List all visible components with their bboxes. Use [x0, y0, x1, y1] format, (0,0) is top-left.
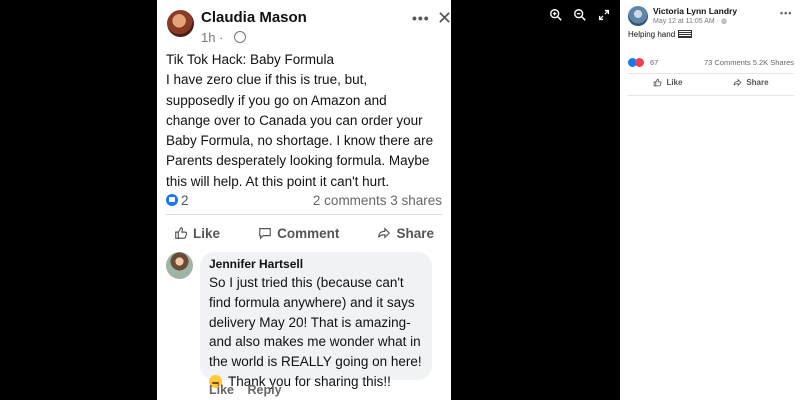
comment-bubble: Jennifer Hartsell So I just tried this (… [200, 252, 432, 389]
comment-text-line: the world is REALLY going on here! [209, 354, 422, 370]
comment-icon [259, 228, 271, 240]
comment-text: So I just tried this (because can't find… [209, 273, 423, 392]
share-button[interactable]: Share [733, 78, 769, 87]
comments-count: 2 comments [312, 193, 387, 208]
helping-hand-emoji-icon [678, 30, 693, 38]
like-button: Like [166, 223, 228, 243]
post-text-line: Tik Tok Hack: Baby Formula [166, 52, 335, 67]
more-options-icon: ••• [412, 10, 430, 26]
comment-share-counts: 2 comments 3 shares [313, 193, 442, 208]
comment-text-line: delivery May 20! That is amazing- [209, 314, 411, 330]
photo-viewer: Claudia Mason 1h · ••• ✕ Tik Tok Hack: B… [0, 0, 620, 400]
comment-button: Comment [250, 223, 347, 243]
avatar[interactable] [628, 6, 648, 26]
shares-count[interactable]: 5.2K Shares [753, 58, 794, 67]
comments-count[interactable]: 73 Comments [704, 58, 751, 67]
like-label: Like [666, 78, 683, 87]
comment-author-name: Jennifer Hartsell [209, 257, 304, 271]
avatar [167, 10, 194, 37]
thumbs-up-icon [175, 227, 188, 239]
reaction-icons[interactable] [628, 58, 644, 69]
comment-like-link: Like [209, 383, 235, 397]
post-side-panel: Victoria Lynn Landry May 12 at 11:05 AM … [620, 0, 800, 400]
comment-reply-link: Reply [247, 383, 282, 397]
globe-icon: ◍ [720, 18, 728, 25]
love-reaction-icon [635, 58, 644, 67]
post-text: Tik Tok Hack: Baby Formula I have zero c… [166, 50, 451, 192]
divider [628, 73, 794, 74]
post-screenshot-image: Claudia Mason 1h · ••• ✕ Tik Tok Hack: B… [157, 0, 451, 400]
fullscreen-icon[interactable] [596, 8, 612, 24]
comment-label: Comment [277, 225, 340, 241]
divider [166, 214, 442, 215]
share-button: Share [369, 223, 442, 243]
post-timestamp[interactable]: May 12 at 11:05 AM · ◍ [653, 17, 727, 25]
share-icon [378, 227, 391, 239]
comment-actions: Like Reply [209, 383, 292, 397]
post-text-line: this will help. At this point it can't h… [166, 173, 390, 189]
zoom-in-icon[interactable] [548, 8, 564, 24]
share-label: Share [746, 78, 769, 87]
post-author-name[interactable]: Victoria Lynn Landry [653, 6, 737, 16]
more-options-button[interactable]: ••• [780, 8, 792, 18]
post-text-line: Baby Formula, no shortage. I know there … [166, 133, 434, 149]
reaction-count: 2 [181, 193, 189, 208]
divider [628, 95, 794, 96]
post-action-bar: Like Comment Share [166, 223, 442, 243]
comment-text-line: and also makes me wonder what in [209, 334, 421, 350]
avatar [166, 252, 193, 279]
post-date[interactable]: May 12 at 11:05 AM · [653, 18, 719, 25]
post-stats: 67 73 Comments 5.2K Shares [628, 58, 794, 69]
comment-text-line: So I just tried this (because can't [209, 275, 404, 290]
close-icon: ✕ [437, 8, 451, 28]
post-text-line: Parents desperately looking formula. May… [166, 153, 430, 169]
post-text-line: supposedly if you go on Amazon and [166, 92, 387, 108]
post-timestamp: 1h · [201, 30, 224, 45]
shares-count: 3 shares [390, 193, 442, 208]
share-icon [734, 78, 742, 87]
zoom-out-icon[interactable] [572, 8, 588, 24]
reaction-count[interactable]: 67 [650, 58, 658, 67]
thumbs-up-icon [654, 78, 662, 87]
post-caption: Helping hand [628, 30, 693, 39]
like-button[interactable]: Like [653, 78, 682, 87]
post-caption-text: Helping hand [628, 30, 676, 39]
like-reaction-icon [166, 194, 178, 206]
post-author-name: Claudia Mason [201, 9, 307, 26]
like-label: Like [193, 225, 221, 241]
post-stats: 2 2 comments 3 shares [166, 193, 442, 211]
post-text-line: change over to Canada you can order your [166, 112, 423, 128]
share-label: Share [396, 225, 434, 241]
post-text-line: I have zero clue if this is true, but, [166, 72, 368, 88]
post-action-bar: Like Share [628, 78, 794, 87]
comment-text-line: find formula anywhere) and it says [209, 294, 415, 310]
comment-share-counts: 73 Comments 5.2K Shares [704, 58, 794, 67]
post-header: Claudia Mason 1h · ••• ✕ [167, 8, 451, 46]
globe-icon [234, 31, 246, 43]
